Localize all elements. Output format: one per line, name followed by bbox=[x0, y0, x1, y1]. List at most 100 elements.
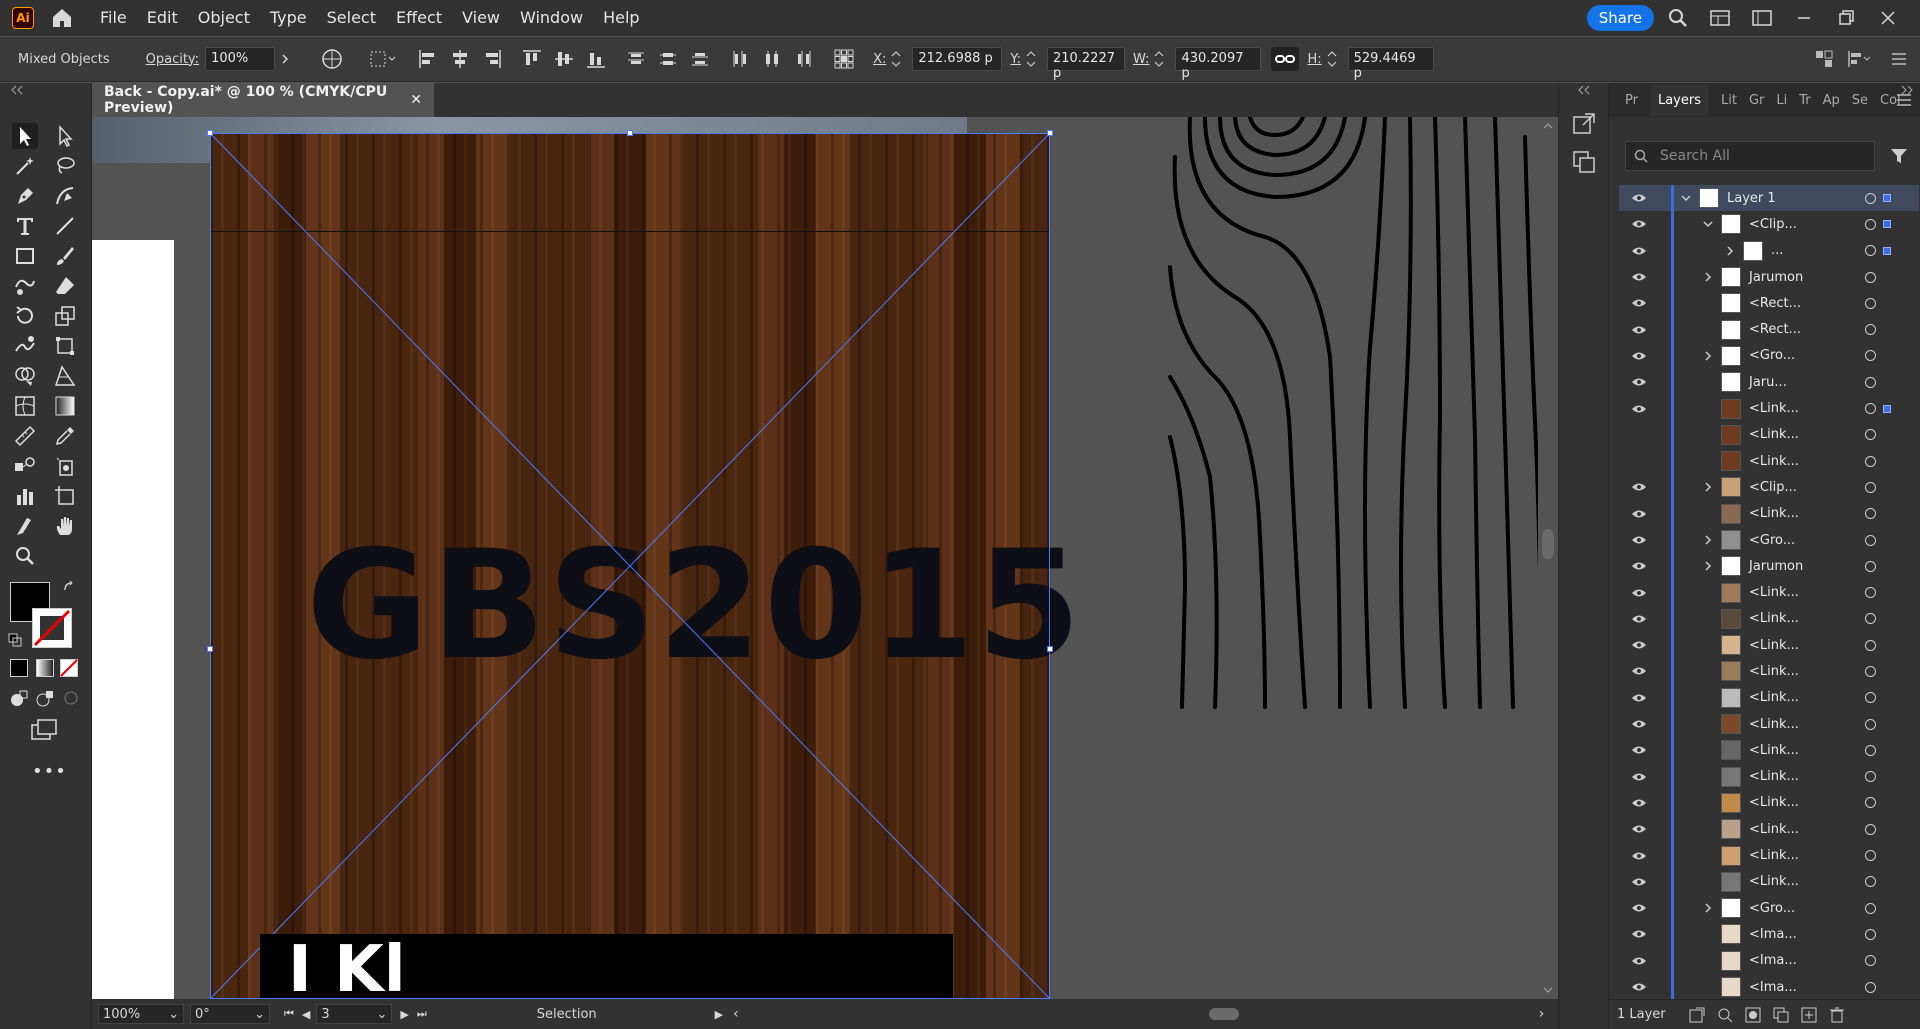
chevron-right-icon[interactable] bbox=[1703, 272, 1713, 282]
visibility-eye-icon[interactable] bbox=[1631, 824, 1647, 834]
draw-normal-icon[interactable] bbox=[8, 687, 30, 709]
visibility-eye-icon[interactable] bbox=[1631, 509, 1647, 519]
panel-tab-ap[interactable]: Ap bbox=[1823, 93, 1840, 108]
x-stepper-icon[interactable] bbox=[890, 48, 902, 70]
gradient-mode-button[interactable] bbox=[36, 659, 54, 677]
scale-tool-icon[interactable] bbox=[52, 303, 78, 329]
layer-row[interactable]: Jaru... bbox=[1619, 369, 1919, 396]
chevron-right-icon[interactable] bbox=[1703, 561, 1713, 571]
layer-row[interactable]: <Ima... bbox=[1619, 973, 1919, 1001]
layer-row[interactable]: <Gro... bbox=[1619, 895, 1919, 922]
selected-art-indicator[interactable] bbox=[1883, 246, 1891, 255]
filter-icon[interactable] bbox=[1890, 147, 1908, 165]
stroke-swatch[interactable] bbox=[32, 608, 72, 648]
selected-art-indicator[interactable] bbox=[1883, 194, 1891, 203]
target-circle-icon[interactable] bbox=[1865, 876, 1876, 888]
panel-tab-gr[interactable]: Gr bbox=[1749, 93, 1764, 108]
layers-search-field[interactable]: Search All bbox=[1625, 141, 1875, 171]
collect-for-export-icon[interactable] bbox=[1688, 1006, 1706, 1024]
share-button[interactable]: Share bbox=[1586, 5, 1654, 31]
layer-row[interactable]: <Link... bbox=[1619, 395, 1919, 422]
chevron-right-icon[interactable] bbox=[1703, 903, 1713, 913]
visibility-eye-icon[interactable] bbox=[1631, 719, 1647, 729]
chevron-right-icon[interactable] bbox=[1703, 482, 1713, 492]
curvature-tool-icon[interactable] bbox=[52, 183, 78, 209]
layer-row[interactable]: <Link... bbox=[1619, 632, 1919, 659]
menu-view[interactable]: View bbox=[452, 0, 510, 36]
target-circle-icon[interactable] bbox=[1865, 850, 1876, 862]
visibility-eye-icon[interactable] bbox=[1631, 561, 1647, 571]
visibility-eye-icon[interactable] bbox=[1631, 982, 1647, 992]
visibility-eye-icon[interactable] bbox=[1631, 666, 1647, 676]
target-circle-icon[interactable] bbox=[1865, 297, 1876, 309]
mesh-tool-icon[interactable] bbox=[12, 393, 38, 419]
symbol-sprayer-tool-icon[interactable] bbox=[52, 453, 78, 479]
layer-row[interactable]: <Clip... bbox=[1619, 211, 1919, 238]
visibility-eye-icon[interactable] bbox=[1631, 193, 1647, 203]
layer-row[interactable]: <Ima... bbox=[1619, 921, 1919, 948]
distribute-vertical-center-icon[interactable] bbox=[657, 48, 679, 70]
create-new-layer-icon[interactable] bbox=[1800, 1006, 1818, 1024]
gradient-tool-icon[interactable] bbox=[52, 393, 78, 419]
align-to-icon[interactable] bbox=[369, 48, 397, 70]
target-circle-icon[interactable] bbox=[1865, 744, 1876, 756]
next-artboard-icon[interactable]: ▶ bbox=[400, 1008, 408, 1021]
previous-artboard-icon[interactable]: ◀ bbox=[302, 1008, 310, 1021]
visibility-eye-icon[interactable] bbox=[1631, 640, 1647, 650]
layer-row[interactable]: <Link... bbox=[1619, 710, 1919, 738]
color-mode-button[interactable] bbox=[10, 659, 28, 677]
opacity-input[interactable]: 100% bbox=[205, 47, 276, 71]
layer-row[interactable]: <Rect... bbox=[1619, 290, 1919, 317]
search-icon[interactable] bbox=[1668, 8, 1688, 28]
selection-handle[interactable] bbox=[1047, 130, 1053, 136]
expand-panels-icon[interactable] bbox=[1577, 85, 1591, 95]
rotate-tool-icon[interactable] bbox=[12, 303, 38, 329]
panel-tab-se[interactable]: Se bbox=[1852, 93, 1868, 108]
canvas[interactable]: GBS2015 I Kl bbox=[92, 117, 1538, 999]
swap-fill-stroke-icon[interactable] bbox=[62, 580, 76, 594]
chevron-right-icon[interactable] bbox=[279, 53, 291, 65]
create-sublayer-icon[interactable] bbox=[1772, 1006, 1790, 1024]
rotation-select[interactable]: 0° ⌄ bbox=[190, 1004, 270, 1024]
distribute-left-icon[interactable] bbox=[729, 48, 751, 70]
align-panel-icon[interactable] bbox=[1846, 49, 1872, 69]
close-icon[interactable] bbox=[1878, 8, 1898, 28]
selection-handle[interactable] bbox=[207, 646, 213, 652]
visibility-eye-icon[interactable] bbox=[1631, 745, 1647, 755]
transform-reference-point-icon[interactable] bbox=[833, 48, 855, 70]
visibility-eye-icon[interactable] bbox=[1631, 614, 1647, 624]
magic-wand-tool-icon[interactable] bbox=[12, 153, 38, 179]
layer-row[interactable]: <Link... bbox=[1619, 605, 1919, 633]
hand-tool-icon[interactable] bbox=[52, 513, 78, 539]
target-circle-icon[interactable] bbox=[1865, 376, 1876, 388]
visibility-eye-icon[interactable] bbox=[1631, 851, 1647, 861]
target-circle-icon[interactable] bbox=[1865, 350, 1876, 362]
visibility-eye-icon[interactable] bbox=[1631, 877, 1647, 887]
blend-tool-icon[interactable] bbox=[12, 453, 38, 479]
line-segment-tool-icon[interactable] bbox=[52, 213, 78, 239]
menu-select[interactable]: Select bbox=[317, 0, 386, 36]
default-fill-stroke-icon[interactable] bbox=[8, 633, 22, 647]
selected-art-indicator[interactable] bbox=[1883, 220, 1891, 229]
menu-file[interactable]: File bbox=[90, 0, 137, 36]
none-mode-icon[interactable] bbox=[60, 659, 78, 677]
h-stepper-icon[interactable] bbox=[1326, 48, 1338, 70]
last-artboard-icon[interactable]: ⏭ bbox=[417, 1007, 427, 1021]
w-stepper-icon[interactable] bbox=[1153, 48, 1165, 70]
visibility-toggle-empty[interactable] bbox=[1631, 456, 1647, 466]
shaper-tool-icon[interactable] bbox=[12, 273, 38, 299]
type-tool-icon[interactable] bbox=[12, 213, 38, 239]
scroll-up-icon[interactable] bbox=[1538, 119, 1558, 133]
panel-tab-tr[interactable]: Tr bbox=[1799, 93, 1810, 108]
x-input[interactable]: 212.6988 p bbox=[912, 47, 1003, 71]
visibility-toggle-empty[interactable] bbox=[1631, 430, 1647, 440]
layer-row[interactable]: Jarumon bbox=[1619, 553, 1919, 580]
target-circle-icon[interactable] bbox=[1865, 192, 1876, 204]
home-icon[interactable] bbox=[50, 6, 74, 30]
eraser-tool-icon[interactable] bbox=[52, 273, 78, 299]
layer-row[interactable]: <Link... bbox=[1619, 447, 1919, 475]
y-input[interactable]: 210.2227 p bbox=[1046, 47, 1125, 81]
w-input[interactable]: 430.2097 p bbox=[1175, 47, 1262, 81]
artboard-select[interactable]: 3 ⌄ bbox=[316, 1004, 393, 1024]
visibility-eye-icon[interactable] bbox=[1631, 404, 1647, 414]
